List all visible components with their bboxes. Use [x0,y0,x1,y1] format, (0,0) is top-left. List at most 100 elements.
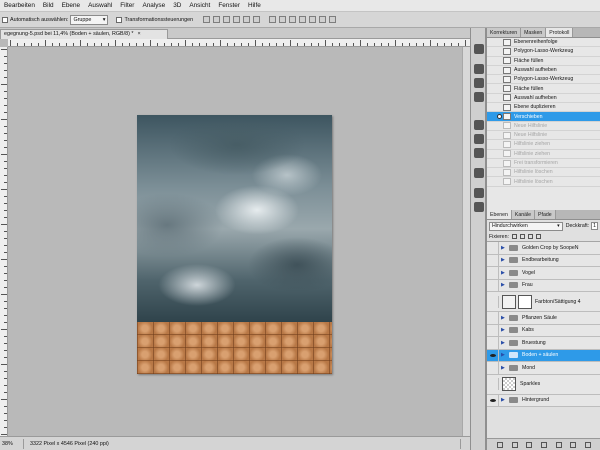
layer-row[interactable]: ▶ Pflanzen Säule [487,311,600,325]
adjustment-layer-icon[interactable] [540,441,547,448]
add-mask-icon[interactable] [526,441,533,448]
lock-all-icon[interactable] [535,234,541,239]
tab-layers[interactable]: Ebenen [487,210,512,219]
expand-arrow-icon[interactable]: ▶ [501,270,507,276]
distribute-top-icon[interactable] [268,16,276,23]
expand-arrow-icon[interactable]: ▶ [501,340,507,346]
layer-row[interactable]: ▶ Vogel [487,266,600,280]
new-group-icon[interactable] [555,441,562,448]
expand-arrow-icon[interactable]: ▶ [501,365,507,371]
visibility-toggle[interactable] [487,279,499,292]
opacity-field[interactable]: 1 [591,222,598,230]
auto-select-dropdown[interactable]: Gruppe ▾ [70,14,109,25]
expand-arrow-icon[interactable]: ▶ [501,245,507,251]
menu-item-bild[interactable]: Bild [39,2,58,9]
expand-arrow-icon[interactable]: ▶ [501,315,507,321]
lock-position-icon[interactable] [527,234,533,239]
visibility-toggle[interactable] [487,349,499,362]
blend-mode-dropdown[interactable]: Hindurchwirken ▾ [489,221,563,231]
history-item[interactable]: Ebenenreihenfolge [487,38,600,48]
layer-row[interactable]: ▶ Hintergrund [487,394,600,407]
distribute-left-icon[interactable] [298,16,306,23]
expand-arrow-icon[interactable]: ▶ [501,282,507,288]
character-icon[interactable] [474,168,484,178]
lock-transparency-icon[interactable] [511,234,517,239]
lock-image-icon[interactable] [519,234,525,239]
visibility-toggle[interactable] [487,378,499,390]
menu-item-analyse[interactable]: Analyse [138,2,169,9]
menu-item-3d[interactable]: 3D [169,2,185,9]
canvas-area[interactable] [8,47,468,436]
distribute-right-icon[interactable] [318,16,326,23]
tab-corrections[interactable]: Korrekturen [487,28,522,37]
menu-item-filter[interactable]: Filter [116,2,138,9]
layer-row[interactable]: ▶ Bruestung [487,336,600,350]
transform-controls-checkbox[interactable] [116,16,123,23]
history-item[interactable]: Hilfslinie löschen [487,177,600,187]
history-item[interactable]: Hilfslinie ziehen [487,140,600,150]
layer-row[interactable]: ▶ Kabs [487,324,600,337]
clone-source-icon[interactable] [474,78,484,88]
visibility-toggle[interactable] [487,336,499,349]
vertical-scrollbar[interactable] [462,47,470,436]
history-icon[interactable] [474,44,484,54]
layer-row[interactable]: ▶ Boden + säulen [487,349,600,362]
tab-history[interactable]: Protokoll [546,28,574,37]
align-left-icon[interactable] [232,16,240,23]
tab-channels[interactable]: Kanäle [511,210,536,219]
visibility-toggle[interactable] [487,311,499,324]
visibility-toggle[interactable] [487,324,499,337]
brush-panel-icon[interactable] [474,64,484,74]
menu-item-fenster[interactable]: Fenster [214,2,244,9]
swatches-icon[interactable] [474,188,484,198]
expand-arrow-icon[interactable]: ▶ [501,352,507,358]
history-item[interactable]: Polygon-Lasso-Werkzeug [487,75,600,85]
distribute-vcenter-icon[interactable] [278,16,286,23]
history-item[interactable]: Frei transformieren [487,159,600,169]
new-layer-icon[interactable] [570,441,577,448]
layer-row[interactable]: ▶ Frau [487,279,600,292]
layer-row[interactable]: Sparkles [487,374,600,395]
link-layers-icon[interactable] [497,441,504,448]
menu-item-ansicht[interactable]: Ansicht [185,2,214,9]
layers-icon[interactable] [474,148,484,158]
align-right-icon[interactable] [252,16,260,23]
visibility-toggle[interactable] [487,295,499,308]
layer-row[interactable]: ▶ Golden Crop by SoopeN [487,241,600,255]
history-item[interactable]: Ebene duplizieren [487,103,600,113]
history-item[interactable]: Hilfslinie löschen [487,168,600,178]
layer-row[interactable]: Farbton/Sättigung 4 [487,292,600,312]
expand-arrow-icon[interactable]: ▶ [501,397,507,403]
visibility-toggle[interactable] [487,394,499,407]
trash-icon[interactable] [584,441,591,448]
history-item[interactable]: Fläche füllen [487,57,600,66]
close-icon[interactable]: × [138,31,141,37]
fx-icon[interactable] [511,441,518,448]
paths-icon[interactable] [474,134,484,144]
tab-masks[interactable]: Masken [521,28,547,37]
styles-icon[interactable] [474,202,484,212]
expand-arrow-icon[interactable]: ▶ [501,327,507,333]
menu-item-ebene[interactable]: Ebene [58,2,84,9]
distribute-hcenter-icon[interactable] [308,16,316,23]
channels-icon[interactable] [474,120,484,130]
visibility-toggle[interactable] [487,241,499,254]
history-item[interactable]: Fläche füllen [487,84,600,94]
layer-row[interactable]: ▶ Endbearbeitung [487,254,600,267]
status-scroll-arrow[interactable] [460,438,470,449]
info-icon[interactable] [474,92,484,102]
auto-select-checkbox[interactable] [2,16,8,23]
history-item[interactable]: Hilfslinie ziehen [487,150,600,159]
tab-paths[interactable]: Pfade [535,210,556,219]
visibility-toggle[interactable] [487,254,499,267]
align-vcenter-icon[interactable] [212,16,220,23]
history-item[interactable]: Auswahl aufheben [487,94,600,104]
history-item[interactable]: Polygon-Lasso-Werkzeug [487,47,600,57]
history-state-slider[interactable] [497,114,502,120]
history-item[interactable]: Verschieben [487,112,600,122]
document-canvas[interactable] [137,115,332,374]
align-bottom-icon[interactable] [222,16,230,23]
menu-item-bearbeiten[interactable]: Bearbeiten [0,2,39,9]
expand-arrow-icon[interactable]: ▶ [501,257,507,263]
layer-mask-thumbnail[interactable] [518,294,532,309]
